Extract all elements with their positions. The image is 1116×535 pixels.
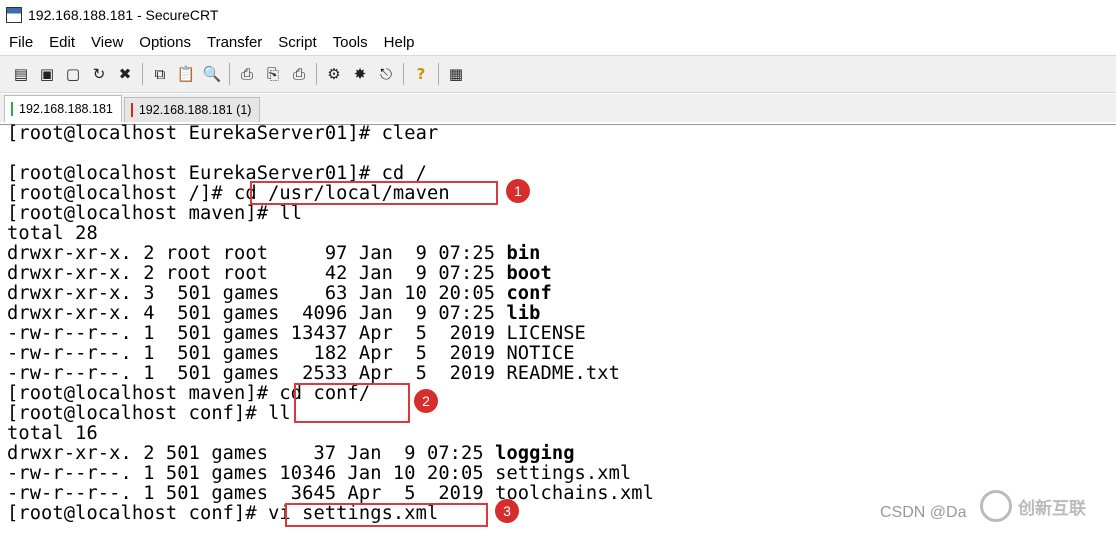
terminal-line: total 16: [7, 424, 98, 444]
terminal-line-text: -rw-r--r--. 1 501 games 10346 Jan 10 20:…: [7, 463, 496, 484]
watermark-logo: 创新互联: [980, 488, 1108, 524]
quick-connect-icon[interactable]: ▣: [36, 63, 58, 85]
terminal-line: [root@localhost conf]# ll: [7, 404, 291, 424]
terminal-line: drwxr-xr-x. 3 501 games 63 Jan 10 20:05 …: [7, 284, 552, 304]
connect-icon[interactable]: ▤: [10, 63, 32, 85]
file-name: README.txt: [506, 363, 620, 384]
terminal-line: drwxr-xr-x. 2 501 games 37 Jan 9 07:25 l…: [7, 444, 575, 464]
terminal-line: -rw-r--r--. 1 501 games 13437 Apr 5 2019…: [7, 324, 586, 344]
terminal-line-text: drwxr-xr-x. 2 501 games 37 Jan 9 07:25: [7, 443, 496, 464]
terminal-line-text: [root@localhost maven]# ll: [7, 203, 303, 224]
toolbar-separator: [316, 63, 317, 85]
print-setup-icon[interactable]: ⎙: [236, 63, 258, 85]
menu-help[interactable]: Help: [376, 34, 423, 51]
terminal-line-text: drwxr-xr-x. 4 501 games 4096 Jan 9 07:25: [7, 303, 507, 324]
terminal-line-text: drwxr-xr-x. 2 root root 42 Jan 9 07:25: [7, 263, 507, 284]
global-options-icon[interactable]: ✸: [349, 63, 371, 85]
tab-status-marker: [11, 102, 13, 116]
print-icon[interactable]: ⎙: [288, 63, 310, 85]
file-name: conf: [506, 283, 552, 304]
file-name: boot: [506, 263, 552, 284]
print-selection-icon[interactable]: ⎘: [262, 63, 284, 85]
tab-label: 192.168.188.181: [19, 102, 113, 116]
file-name: LICENSE: [506, 323, 586, 344]
menu-script[interactable]: Script: [270, 34, 324, 51]
sftp-icon[interactable]: ▦: [445, 63, 467, 85]
terminal-line-text: drwxr-xr-x. 3 501 games 63 Jan 10 20:05: [7, 283, 507, 304]
terminal-line-text: total 16: [7, 423, 98, 444]
disconnect-icon[interactable]: ✖: [114, 63, 136, 85]
securecrt-app-icon: [6, 7, 22, 23]
terminal-line-text: -rw-r--r--. 1 501 games 2533 Apr 5 2019: [7, 363, 507, 384]
copy-icon[interactable]: ⧉: [149, 63, 171, 85]
tab-session-1[interactable]: 192.168.188.181: [4, 95, 122, 122]
menu-options[interactable]: Options: [131, 34, 199, 51]
csdn-watermark: CSDN @Da: [880, 504, 967, 521]
terminal-line: [root@localhost EurekaServer01]# clear: [7, 124, 438, 144]
menu-tools[interactable]: Tools: [325, 34, 376, 51]
terminal-line: -rw-r--r--. 1 501 games 182 Apr 5 2019 N…: [7, 344, 575, 364]
terminal-line: -rw-r--r--. 1 501 games 3645 Apr 5 2019 …: [7, 484, 654, 504]
logo-icon: [980, 490, 1012, 522]
terminal-line-text: -rw-r--r--. 1 501 games 182 Apr 5 2019: [7, 343, 507, 364]
terminal-line-text: drwxr-xr-x. 2 root root 97 Jan 9 07:25: [7, 243, 507, 264]
toolbar-separator: [142, 63, 143, 85]
menu-edit[interactable]: Edit: [41, 34, 83, 51]
highlight-box: [285, 503, 488, 527]
terminal-line: [root@localhost maven]# ll: [7, 204, 302, 224]
menu-transfer[interactable]: Transfer: [199, 34, 270, 51]
file-name: logging: [495, 443, 575, 464]
terminal-line: -rw-r--r--. 1 501 games 10346 Jan 10 20:…: [7, 464, 631, 484]
toolbar-separator: [229, 63, 230, 85]
file-name: bin: [506, 243, 541, 264]
toolbar-separator: [438, 63, 439, 85]
paste-icon[interactable]: 📋: [175, 63, 197, 85]
annotation-badge: 2: [414, 389, 438, 413]
toolbar: ▤ ▣ ▢ ↻ ✖ ⧉ 📋 🔍 ⎙ ⎘ ⎙ ⚙ ✸ ⎋ ? ▦: [0, 55, 1116, 93]
terminal-output[interactable]: [root@localhost EurekaServer01]# clear [r…: [0, 124, 1116, 535]
annotation-badge: 1: [506, 179, 530, 203]
terminal-line-text: -rw-r--r--. 1 501 games 13437 Apr 5 2019: [7, 323, 507, 344]
connect-tab-icon[interactable]: ▢: [62, 63, 84, 85]
file-name: settings.xml: [495, 463, 632, 484]
highlight-box: [294, 383, 410, 423]
terminal-line: drwxr-xr-x. 2 root root 42 Jan 9 07:25 b…: [7, 264, 552, 284]
find-icon[interactable]: 🔍: [201, 63, 223, 85]
tab-label: 192.168.188.181 (1): [138, 103, 252, 117]
highlight-box: [250, 181, 498, 205]
toolbar-separator: [403, 63, 404, 85]
window-title: 192.168.188.181 - SecureCRT: [28, 7, 219, 23]
terminal-line: drwxr-xr-x. 2 root root 97 Jan 9 07:25 b…: [7, 244, 541, 264]
tab-status-marker: [130, 103, 133, 117]
terminal-line-text: [root@localhost EurekaServer01]# clear: [7, 123, 439, 144]
menu-file[interactable]: File: [0, 34, 41, 51]
terminal-line: -rw-r--r--. 1 501 games 2533 Apr 5 2019 …: [7, 364, 620, 384]
keymap-icon[interactable]: ⎋: [375, 63, 397, 85]
menu-view[interactable]: View: [83, 34, 131, 51]
tab-session-2[interactable]: 192.168.188.181 (1): [123, 97, 261, 122]
reconnect-icon[interactable]: ↻: [88, 63, 110, 85]
terminal-line-text: total 28: [7, 223, 98, 244]
help-icon[interactable]: ?: [410, 63, 432, 85]
logo-text: 创新互联: [1018, 498, 1086, 519]
terminal-line: drwxr-xr-x. 4 501 games 4096 Jan 9 07:25…: [7, 304, 541, 324]
title-bar: 192.168.188.181 - SecureCRT: [0, 0, 1116, 30]
session-tab-bar: 192.168.188.181 192.168.188.181 (1): [0, 94, 1116, 122]
session-options-icon[interactable]: ⚙: [323, 63, 345, 85]
menu-bar: File Edit View Options Transfer Script T…: [0, 30, 1116, 54]
annotation-badge: 3: [495, 499, 519, 523]
file-name: toolchains.xml: [495, 483, 655, 504]
file-name: NOTICE: [506, 343, 575, 364]
terminal-line-text: [root@localhost conf]# ll: [7, 403, 291, 424]
terminal-line: total 28: [7, 224, 98, 244]
file-name: lib: [506, 303, 541, 324]
terminal-line-text: -rw-r--r--. 1 501 games 3645 Apr 5 2019: [7, 483, 496, 504]
